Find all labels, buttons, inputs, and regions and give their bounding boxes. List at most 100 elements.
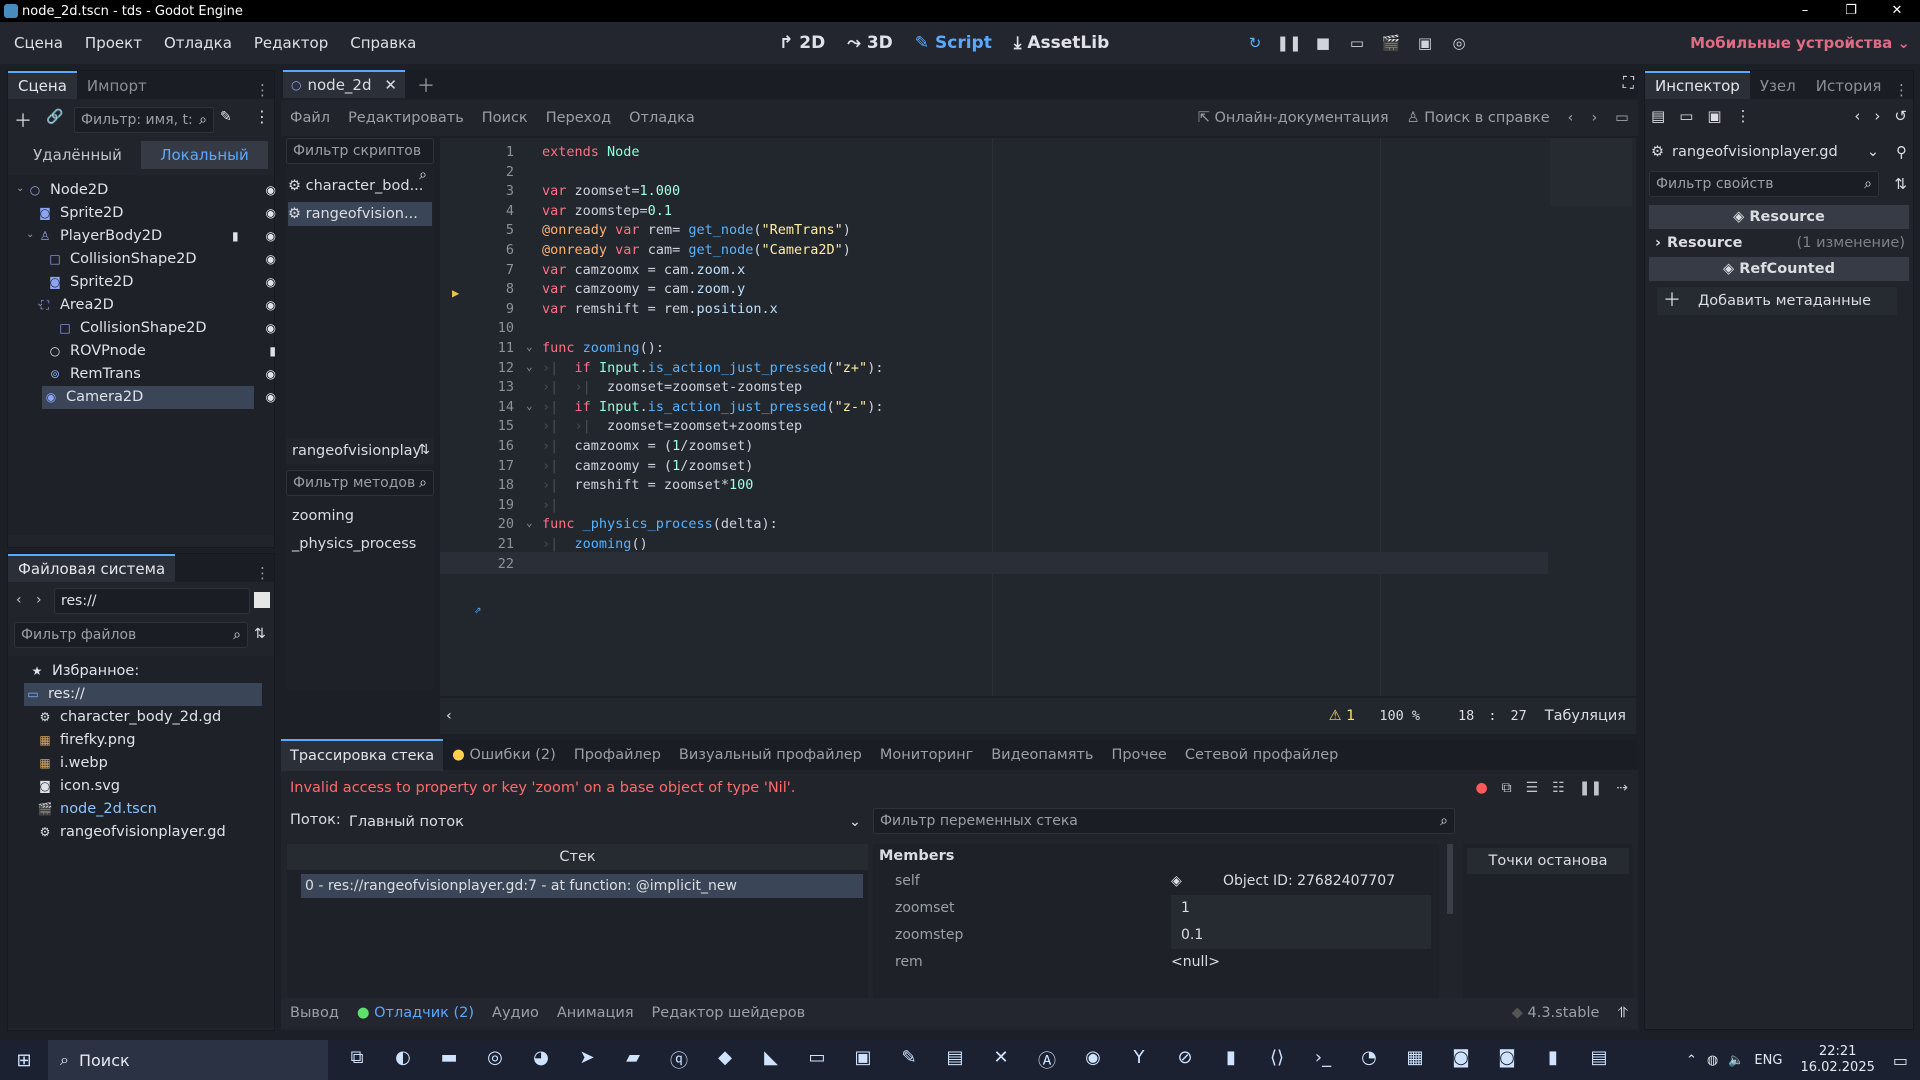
stop-icon[interactable]: ■ [1307,34,1339,52]
minimap[interactable] [1550,138,1632,206]
play-custom-icon[interactable]: ▣ [1409,34,1441,52]
save-icon[interactable]: ▣ [1707,107,1721,125]
mode-assetlib-button[interactable]: ⤓ AssetLib [1005,33,1118,53]
scene-node-collisionshape2d[interactable]: □ CollisionShape2D ◉ [46,248,276,271]
collapse-arrow-icon[interactable]: ⌄ [26,229,34,240]
thread-select[interactable]: Главный поток ⌄ [343,809,867,835]
windows-start-icon[interactable]: ⊞ [0,1050,48,1071]
x-icon[interactable]: ✕ [978,1047,1024,1073]
tab-inspector[interactable]: Инспектор [1645,71,1750,99]
dock-menu-icon[interactable]: ⋮ [1894,81,1909,99]
scene-node-camera2d[interactable]: ◉ Camera2D ◉ [42,386,276,409]
tray-expand-icon[interactable]: ⌃ [1686,1053,1697,1068]
obs-icon[interactable]: ◉ [1070,1047,1116,1073]
record-icon[interactable]: ● [1475,780,1487,796]
menu-editor[interactable]: Редактор [243,34,339,52]
paint-icon[interactable]: ✎ [886,1047,932,1073]
collapse-arrow-icon[interactable]: ⌄ [16,183,24,194]
code-line[interactable]: ›| camzoomy = (1/zoomset) [542,458,753,474]
mode-3d-button[interactable]: ⤳ 3D [838,33,902,53]
history-icon[interactable]: ↺ [1894,107,1907,125]
favorites-row[interactable]: ★ Избранное: [28,660,258,683]
app-icon[interactable]: ▮ [1530,1047,1576,1073]
fold-arrow-icon[interactable]: ⌄ [526,516,533,529]
code-line[interactable]: ›| ›| zoomset=zoomset+zoomstep [542,418,802,434]
new-resource-icon[interactable]: ▤ [1651,107,1665,125]
app-icon[interactable]: ⊘ [1162,1047,1208,1073]
firefox-icon[interactable]: ◔ [1346,1047,1392,1073]
pin-panel-icon[interactable]: ⥣ [1617,1005,1628,1021]
mode-2d-button[interactable]: ↱ 2D [770,33,834,53]
link-icon[interactable]: 🔗 [46,109,63,125]
script-menu-search[interactable]: Поиск [473,110,537,126]
scene-node-playerbody2d[interactable]: ♙ PlayerBody2D ◉ [36,225,276,248]
forward-icon[interactable]: › [36,592,42,608]
member-row[interactable]: rem <null> [873,949,1439,976]
powershell-icon[interactable]: ›_ [1300,1047,1346,1073]
collapse-arrow-icon[interactable]: ⌄ [36,298,44,309]
resource-property-group[interactable]: › Resource (1 изменение) [1649,231,1909,255]
appstore-icon[interactable]: Ⓐ [1024,1047,1070,1073]
mode-script-button[interactable]: ✎ Script [906,33,1001,53]
scene-node-node2d[interactable]: ○ Node2D ◉ [26,179,276,202]
yandex-icon[interactable]: Y [1116,1047,1162,1073]
back-icon[interactable]: ‹ [16,592,22,608]
steam-icon[interactable]: ◎ [472,1047,518,1073]
app-icon[interactable]: ▤ [1576,1047,1622,1073]
tab-output[interactable]: Вывод [281,1005,348,1021]
code-line[interactable]: @onready var cam= get_node("Camera2D") [542,242,851,258]
script-list-item[interactable]: ⚙ character_bod... [288,174,432,198]
visibility-icon[interactable]: ▮ [269,340,276,363]
app-icon[interactable]: ▤ [932,1047,978,1073]
file-item[interactable]: ◙ icon.svg [36,775,262,798]
visibility-icon[interactable]: ◉ [266,202,276,225]
forward-icon[interactable]: › [1874,107,1880,125]
scene-tab[interactable]: ○ node_2d ✕ [283,70,405,98]
copy-icon[interactable]: ⧉ [1502,780,1512,796]
remote-debug-icon[interactable]: ▭ [1341,34,1373,52]
tab-debugger[interactable]: ● Отладчик (2) [348,1005,483,1021]
file-item[interactable]: ▭ res:// [24,683,262,706]
visibility-icon[interactable]: ◉ [266,386,276,409]
minimize-button[interactable]: – [1782,0,1828,22]
tab-scene[interactable]: Сцена [8,71,77,99]
app-icon[interactable]: ▦ [1392,1047,1438,1073]
qbittorrent-icon[interactable]: ⓠ [656,1047,702,1073]
distraction-free-icon[interactable]: ⛶ [1623,73,1634,93]
save-icon[interactable]: ▣ [840,1047,886,1073]
member-row[interactable]: zoomstep 0.1 [873,922,1439,949]
debugger-tab[interactable]: Прочее [1102,740,1175,770]
stack-var-filter[interactable]: Фильтр переменных стека ⌕ [873,808,1455,834]
path-input[interactable]: res:// [54,588,250,614]
telegram-icon[interactable]: ➤ [564,1047,610,1073]
scene-node-area2d[interactable]: ⛶ Area2D ◉ [36,294,276,317]
debugger-tab[interactable]: ● Ошибки (2) [443,740,565,770]
stack-frame-row[interactable]: 0 - res://rangeofvisionplayer.gd:7 - at … [301,874,863,898]
script-menu-debug[interactable]: Отладка [620,110,704,126]
script-list-item[interactable]: ⚙ rangeofvision... [288,202,432,226]
continue-icon[interactable]: ⇢ [1616,780,1628,796]
online-docs-button[interactable]: ⇱ Онлайн-документация [1189,110,1398,126]
scene-node-remtrans[interactable]: ⊚ RemTrans ◉ [46,363,276,386]
discord-icon[interactable]: ◕ [518,1047,564,1073]
code-line[interactable]: var remshift = rem.position.x [542,301,778,317]
script-menu-file[interactable]: Файл [281,110,339,126]
tab-shader-editor[interactable]: Редактор шейдеров [643,1005,815,1021]
script-attach-icon[interactable]: ✎ [220,109,232,125]
tab-remote[interactable]: Удалённый [14,141,141,169]
dock-menu-icon[interactable]: ⋮ [255,81,270,99]
script-icon[interactable]: ▮ [232,229,239,243]
sort-icon[interactable]: ⇅ [418,442,430,458]
code-line[interactable]: var zoomstep=0.1 [542,203,672,219]
script-menu-goto[interactable]: Переход [537,110,620,126]
language-indicator[interactable]: ENG [1754,1053,1782,1068]
fold-arrow-icon[interactable]: ⌄ [526,399,533,412]
method-item[interactable]: zooming [292,508,354,524]
visibility-icon[interactable]: ◉ [266,225,276,248]
member-row[interactable]: zoomset 1 [873,895,1439,922]
godot-icon[interactable]: ◙ [1438,1047,1484,1073]
scene-node-sprite2d[interactable]: ◙ Sprite2D ◉ [36,202,276,225]
scene-node-collisionshape2d[interactable]: □ CollisionShape2D ◉ [56,317,276,340]
file-item[interactable]: ▦ i.webp [36,752,262,775]
add-tab-icon[interactable]: ＋ [417,72,435,98]
